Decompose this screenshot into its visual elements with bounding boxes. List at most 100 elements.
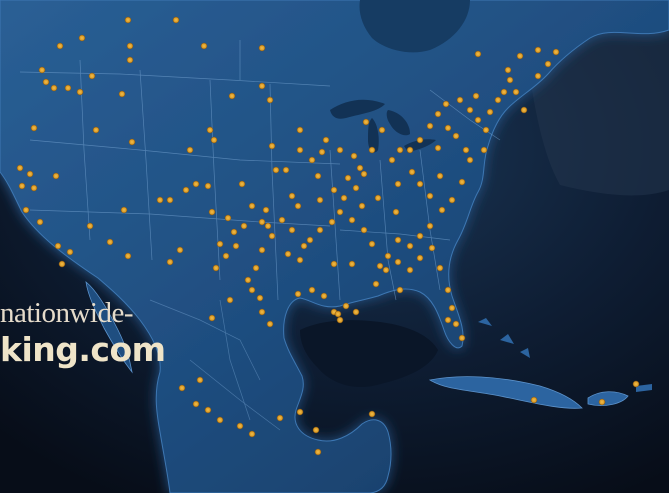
location-dot	[544, 60, 552, 68]
location-dot	[300, 242, 308, 250]
location-dot	[416, 180, 424, 188]
location-dot	[182, 186, 190, 194]
location-dot	[434, 144, 442, 152]
location-dot	[472, 92, 480, 100]
location-dot	[206, 126, 214, 134]
location-dot	[278, 216, 286, 224]
location-dot	[248, 202, 256, 210]
location-dot	[396, 146, 404, 154]
location-dot	[248, 286, 256, 294]
location-dot	[534, 46, 542, 54]
location-dot	[236, 422, 244, 430]
location-dot	[208, 314, 216, 322]
location-dot	[336, 316, 344, 324]
location-dot	[296, 126, 304, 134]
location-dot	[406, 266, 414, 274]
location-dot	[352, 308, 360, 316]
location-dot	[22, 206, 30, 214]
location-dot	[480, 146, 488, 154]
location-dot	[258, 218, 266, 226]
location-dot	[520, 106, 528, 114]
location-dot	[408, 168, 416, 176]
location-dot	[350, 152, 358, 160]
location-dot	[494, 96, 502, 104]
location-dot	[308, 286, 316, 294]
location-dot	[434, 110, 442, 118]
location-dot	[230, 228, 238, 236]
location-dot	[512, 88, 520, 96]
location-dot	[394, 236, 402, 244]
location-dot	[264, 222, 272, 230]
location-dot	[378, 126, 386, 134]
location-dot	[340, 194, 348, 202]
location-dot	[348, 260, 356, 268]
location-dot	[382, 266, 390, 274]
location-dot	[88, 72, 96, 80]
location-dot	[486, 108, 494, 116]
location-dot	[30, 124, 38, 132]
location-dot	[166, 258, 174, 266]
location-dot	[462, 146, 470, 154]
location-dot	[86, 222, 94, 230]
location-dot	[336, 208, 344, 216]
location-dot	[356, 164, 364, 172]
location-dot	[598, 398, 606, 406]
map-stage: nationwide- king.com	[0, 0, 669, 493]
location-dot	[124, 252, 132, 260]
location-dot	[336, 146, 344, 154]
location-dot	[388, 156, 396, 164]
location-dot	[200, 42, 208, 50]
location-dot	[226, 296, 234, 304]
location-dot	[360, 170, 368, 178]
location-dot	[416, 254, 424, 262]
location-dot	[466, 156, 474, 164]
location-dot	[240, 222, 248, 230]
tagline-domain: king.com	[0, 330, 166, 369]
location-dot	[296, 408, 304, 416]
location-dot	[64, 84, 72, 92]
location-dot	[416, 136, 424, 144]
location-dot	[266, 320, 274, 328]
location-dot	[176, 246, 184, 254]
location-dot	[210, 136, 218, 144]
location-dot	[426, 222, 434, 230]
location-dot	[442, 100, 450, 108]
location-dot	[530, 396, 538, 404]
location-dot	[322, 136, 330, 144]
location-dot	[42, 78, 50, 86]
tagline-line-1: nationwide-	[0, 297, 134, 329]
location-dot	[126, 56, 134, 64]
location-dot	[192, 400, 200, 408]
location-dot	[204, 182, 212, 190]
location-dot	[482, 126, 490, 134]
location-dot	[216, 240, 224, 248]
location-dot	[18, 182, 26, 190]
location-dot	[448, 196, 456, 204]
location-dot	[172, 16, 180, 24]
location-dot	[396, 286, 404, 294]
location-dot	[294, 290, 302, 298]
location-dot	[268, 142, 276, 150]
location-dot	[124, 16, 132, 24]
location-dot	[466, 106, 474, 114]
location-dot	[262, 206, 270, 214]
location-dot	[458, 334, 466, 342]
location-dot	[268, 232, 276, 240]
location-dot	[368, 146, 376, 154]
location-dot	[342, 302, 350, 310]
location-dot	[360, 226, 368, 234]
location-dot	[314, 172, 322, 180]
location-dot	[288, 192, 296, 200]
location-dot	[428, 244, 436, 252]
location-dot	[248, 430, 256, 438]
location-dot	[296, 146, 304, 154]
location-dot	[552, 48, 560, 56]
location-dot	[416, 232, 424, 240]
location-dot	[166, 196, 174, 204]
location-dot	[352, 184, 360, 192]
location-dot	[426, 122, 434, 130]
location-dot	[50, 84, 58, 92]
location-dot	[534, 72, 542, 80]
location-dot	[238, 180, 246, 188]
location-dot	[38, 66, 46, 74]
